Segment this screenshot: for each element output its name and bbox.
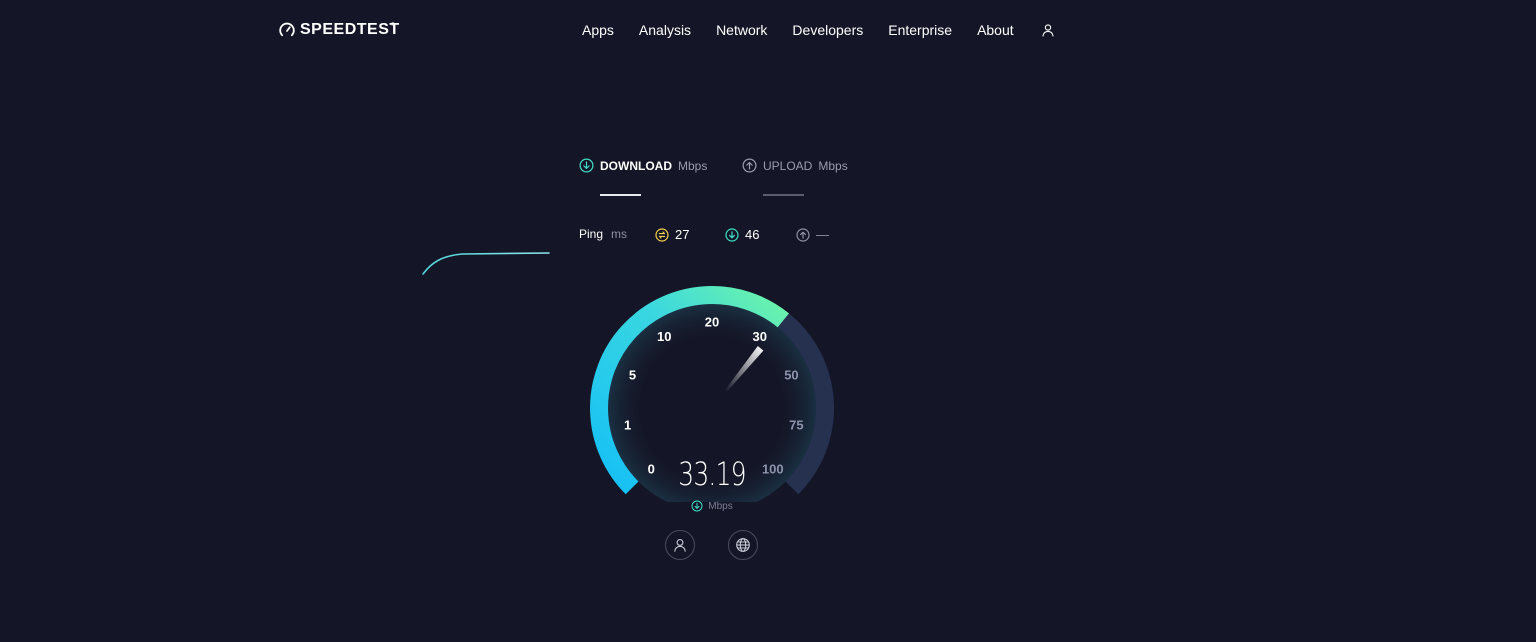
- ping-idle: 27: [655, 227, 689, 242]
- main-nav: Apps Analysis Network Developers Enterpr…: [582, 22, 1055, 38]
- gauge-tick-label: 5: [629, 368, 636, 383]
- ping-download-value: 46: [745, 227, 760, 242]
- arrow-up-circle-icon: [742, 158, 757, 173]
- ping-row: Ping ms 27 46 —: [579, 227, 879, 243]
- nav-enterprise[interactable]: Enterprise: [888, 22, 952, 38]
- arrow-down-circle-icon: [579, 158, 594, 173]
- ping-unit: ms: [611, 227, 628, 241]
- gauge-tick-label: 1: [624, 417, 631, 432]
- nav-analysis[interactable]: Analysis: [639, 22, 691, 38]
- brand-name: SPEEDTEST: [300, 21, 400, 38]
- tab-upload[interactable]: UPLOAD Mbps: [742, 158, 848, 173]
- ping-idle-value: 27: [675, 227, 690, 242]
- ping-label: Ping: [579, 227, 604, 241]
- gauge-tick-label: 50: [784, 368, 798, 383]
- account-button[interactable]: [665, 530, 695, 560]
- user-icon: [674, 539, 686, 552]
- nav-apps[interactable]: Apps: [582, 22, 614, 38]
- download-label: DOWNLOAD: [600, 158, 672, 173]
- upload-label: UPLOAD: [763, 158, 813, 173]
- user-icon[interactable]: [1041, 23, 1055, 37]
- ping-label-group: Ping ms: [579, 227, 627, 241]
- arrow-down-circle-icon: [725, 227, 739, 242]
- globe-icon: [736, 538, 750, 552]
- tab-download[interactable]: DOWNLOAD Mbps: [579, 158, 707, 173]
- nav-about[interactable]: About: [977, 22, 1014, 38]
- download-unit: Mbps: [678, 158, 708, 173]
- download-underline: [600, 194, 641, 196]
- upload-unit: Mbps: [818, 158, 848, 173]
- speed-unit: Mbps: [708, 500, 733, 512]
- nav-network[interactable]: Network: [716, 22, 767, 38]
- ping-icon: [655, 227, 669, 242]
- server-button[interactable]: [728, 530, 758, 560]
- ping-download: 46: [725, 227, 759, 242]
- speedometer-icon: [279, 22, 295, 37]
- brand-tm: ®: [391, 22, 395, 28]
- ping-upload-value: —: [816, 227, 829, 242]
- gauge-tick-label: 10: [657, 329, 671, 344]
- gauge-tick-label: 75: [789, 417, 803, 432]
- speed-unit-row: Mbps: [600, 500, 824, 512]
- arrow-down-circle-icon: [691, 500, 703, 512]
- gauge-tick-label: 30: [753, 329, 767, 344]
- header: SPEEDTEST ® Apps Analysis Network Develo…: [0, 0, 1536, 62]
- speed-graph-line: [422, 252, 550, 275]
- nav-developers[interactable]: Developers: [792, 22, 863, 38]
- upload-underline: [763, 194, 804, 196]
- gauge-tick-label: 20: [705, 315, 719, 330]
- arrow-up-circle-icon: [796, 227, 810, 242]
- speedtest-logo[interactable]: SPEEDTEST ®: [279, 21, 400, 39]
- result-tabs: DOWNLOAD Mbps UPLOAD Mbps: [579, 158, 879, 198]
- speed-value: 33.19: [678, 455, 746, 493]
- ping-upload: —: [796, 227, 829, 242]
